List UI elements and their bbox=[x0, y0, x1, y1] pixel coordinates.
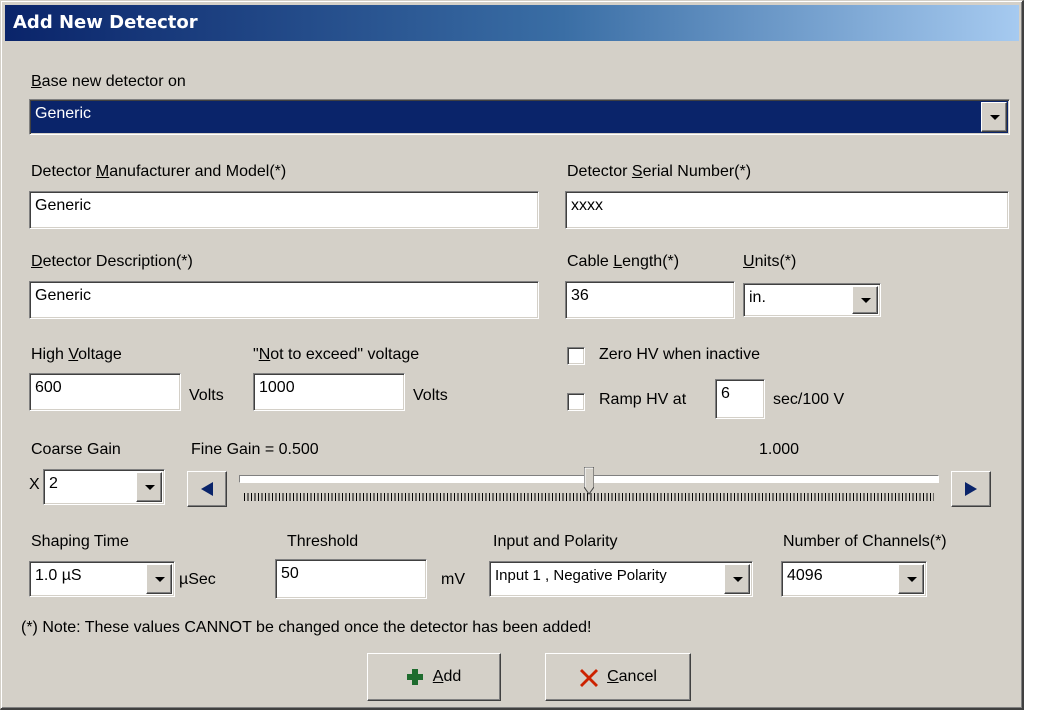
units-dropdown[interactable]: in. bbox=[743, 283, 881, 317]
threshold-unit: mV bbox=[441, 571, 465, 588]
channels-dropdown[interactable]: 4096 bbox=[781, 561, 927, 597]
add-button-label: Add bbox=[432, 668, 462, 685]
ramp-rate-input[interactable]: 6 bbox=[715, 379, 765, 419]
ramp-hv-unit: sec/100 V bbox=[773, 391, 845, 408]
base-detector-value: Generic bbox=[35, 105, 92, 122]
chevron-down-icon[interactable] bbox=[136, 472, 162, 502]
high-voltage-label: High Voltage bbox=[31, 346, 122, 363]
max-voltage-unit: Volts bbox=[413, 387, 448, 404]
add-button[interactable]: Add bbox=[367, 653, 501, 701]
manufacturer-input[interactable]: Generic bbox=[29, 191, 539, 229]
channels-label: Number of Channels(*) bbox=[783, 533, 947, 550]
arrow-left-icon bbox=[201, 482, 213, 496]
cable-length-label: Cable Length(*) bbox=[567, 253, 680, 270]
zero-hv-label: Zero HV when inactive bbox=[599, 346, 760, 363]
units-value: in. bbox=[749, 289, 766, 306]
units-label: Units(*) bbox=[743, 253, 797, 270]
input-polarity-dropdown[interactable]: Input 1 , Negative Polarity bbox=[489, 561, 753, 597]
base-detector-label: Base new detector on bbox=[31, 73, 186, 90]
fine-gain-slider-thumb[interactable] bbox=[584, 467, 594, 495]
coarse-gain-prefix: X bbox=[29, 476, 40, 493]
base-detector-dropdown[interactable]: Generic bbox=[29, 99, 1010, 135]
manufacturer-label: Detector Manufacturer and Model(*) bbox=[31, 163, 287, 180]
coarse-gain-dropdown[interactable]: 2 bbox=[43, 469, 165, 505]
chevron-down-icon[interactable] bbox=[852, 286, 878, 314]
chevron-down-icon[interactable] bbox=[981, 102, 1007, 132]
high-voltage-unit: Volts bbox=[189, 387, 224, 404]
fine-gain-max-label: 1.000 bbox=[759, 441, 800, 458]
max-voltage-label: "Not to exceed" voltage bbox=[253, 346, 420, 363]
max-voltage-input[interactable]: 1000 bbox=[253, 373, 405, 411]
fine-gain-label: Fine Gain = 0.500 bbox=[191, 441, 319, 458]
fine-gain-increase-button[interactable] bbox=[951, 471, 991, 507]
threshold-input[interactable]: 50 bbox=[275, 559, 427, 599]
ramp-hv-label: Ramp HV at bbox=[599, 391, 687, 408]
coarse-gain-label: Coarse Gain bbox=[31, 441, 121, 458]
shaping-time-value: 1.0 µS bbox=[35, 567, 82, 584]
title-bar[interactable]: Add New Detector bbox=[5, 5, 1019, 41]
plus-icon bbox=[406, 669, 423, 685]
chevron-down-icon[interactable] bbox=[898, 564, 924, 594]
cancel-button-label: Cancel bbox=[607, 668, 657, 685]
add-detector-dialog: Add New Detector Base new detector on Ge… bbox=[0, 0, 1024, 710]
ramp-hv-checkbox[interactable] bbox=[567, 393, 585, 411]
note-text: (*) Note: These values CANNOT be changed… bbox=[21, 619, 592, 636]
threshold-label: Threshold bbox=[287, 533, 359, 550]
input-polarity-value: Input 1 , Negative Polarity bbox=[495, 567, 667, 584]
close-icon bbox=[580, 669, 599, 687]
high-voltage-input[interactable]: 600 bbox=[29, 373, 181, 411]
shaping-time-dropdown[interactable]: 1.0 µS bbox=[29, 561, 175, 597]
chevron-down-icon[interactable] bbox=[724, 564, 750, 594]
arrow-right-icon bbox=[965, 482, 977, 496]
description-input[interactable]: Generic bbox=[29, 281, 539, 319]
coarse-gain-value: 2 bbox=[49, 475, 58, 492]
zero-hv-checkbox[interactable] bbox=[567, 347, 585, 365]
cancel-button[interactable]: Cancel bbox=[545, 653, 691, 701]
fine-gain-decrease-button[interactable] bbox=[187, 471, 227, 507]
shaping-time-label: Shaping Time bbox=[31, 533, 129, 550]
description-label: Detector Description(*) bbox=[31, 253, 193, 270]
serial-label: Detector Serial Number(*) bbox=[567, 163, 752, 180]
dialog-title: Add New Detector bbox=[13, 12, 198, 33]
input-polarity-label: Input and Polarity bbox=[493, 533, 618, 550]
chevron-down-icon[interactable] bbox=[146, 564, 172, 594]
serial-input[interactable]: xxxx bbox=[565, 191, 1009, 229]
cable-length-input[interactable]: 36 bbox=[565, 281, 735, 319]
shaping-time-unit: µSec bbox=[179, 571, 216, 588]
channels-value: 4096 bbox=[787, 567, 823, 584]
